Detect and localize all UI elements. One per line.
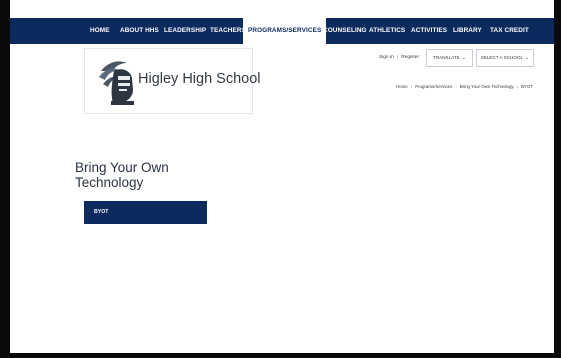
- main-nav: HOME ABOUT HHS LEADERSHIP TEACHERS PROGR…: [10, 18, 554, 44]
- select-school-dropdown[interactable]: SELECT A SCHOOL ⌄: [476, 49, 534, 67]
- breadcrumb: Home › Programs/Services › Bring Your Own Te…: [396, 84, 533, 89]
- knight-helmet-icon: [99, 61, 134, 105]
- nav-item-leadership[interactable]: LEADERSHIP: [164, 18, 206, 44]
- breadcrumb-separator: ›: [410, 84, 413, 89]
- nav-item-about-hhs[interactable]: ABOUT HHS: [120, 18, 159, 44]
- account-separator: |: [396, 55, 399, 60]
- chevron-down-icon: ⌄: [525, 55, 530, 61]
- breadcrumb-programs-services[interactable]: Programs/Services: [415, 84, 452, 89]
- account-links: Sign In | Register: [379, 50, 419, 66]
- breadcrumb-current: BYOT: [521, 84, 534, 89]
- frame-right: [554, 0, 561, 358]
- frame-left: [0, 0, 10, 358]
- school-logo-link[interactable]: Higley High School: [84, 48, 261, 114]
- nav-item-library[interactable]: LIBRARY: [453, 18, 482, 44]
- nav-item-counseling[interactable]: COUNSELING: [323, 18, 367, 44]
- school-name[interactable]: Higley High School: [138, 71, 261, 87]
- nav-item-home[interactable]: HOME: [90, 18, 110, 44]
- breadcrumb-home[interactable]: Home: [396, 84, 408, 89]
- sign-in-link[interactable]: Sign In: [379, 55, 394, 60]
- translate-label: TRANSLATE: [433, 55, 460, 60]
- nav-item-programs-services[interactable]: PROGRAMS/SERVICES: [243, 18, 327, 44]
- nav-item-tax-credit[interactable]: TAX CREDIT: [490, 18, 529, 44]
- frame-top: [0, 0, 561, 10]
- select-school-label: SELECT A SCHOOL: [480, 55, 524, 60]
- chevron-down-icon: ⌄: [461, 55, 466, 61]
- page-content: Higley High School Sign In | Register TRAN…: [10, 44, 554, 353]
- breadcrumb-byot-section[interactable]: Bring Your Own Technology: [460, 84, 514, 89]
- nav-item-athletics[interactable]: ATHLETICS: [369, 18, 405, 44]
- frame-bottom: [0, 353, 561, 358]
- side-nav-item-byot[interactable]: BYOT: [84, 201, 207, 224]
- register-link[interactable]: Register: [401, 55, 419, 60]
- breadcrumb-separator: ›: [455, 84, 457, 89]
- nav-item-activities[interactable]: ACTIVITIES: [411, 18, 447, 44]
- translate-dropdown[interactable]: TRANSLATE ⌄: [426, 49, 473, 67]
- breadcrumb-separator: ›: [516, 84, 519, 89]
- page-title: Bring Your Own Technology: [75, 160, 169, 190]
- nav-item-teachers[interactable]: TEACHERS: [210, 18, 246, 44]
